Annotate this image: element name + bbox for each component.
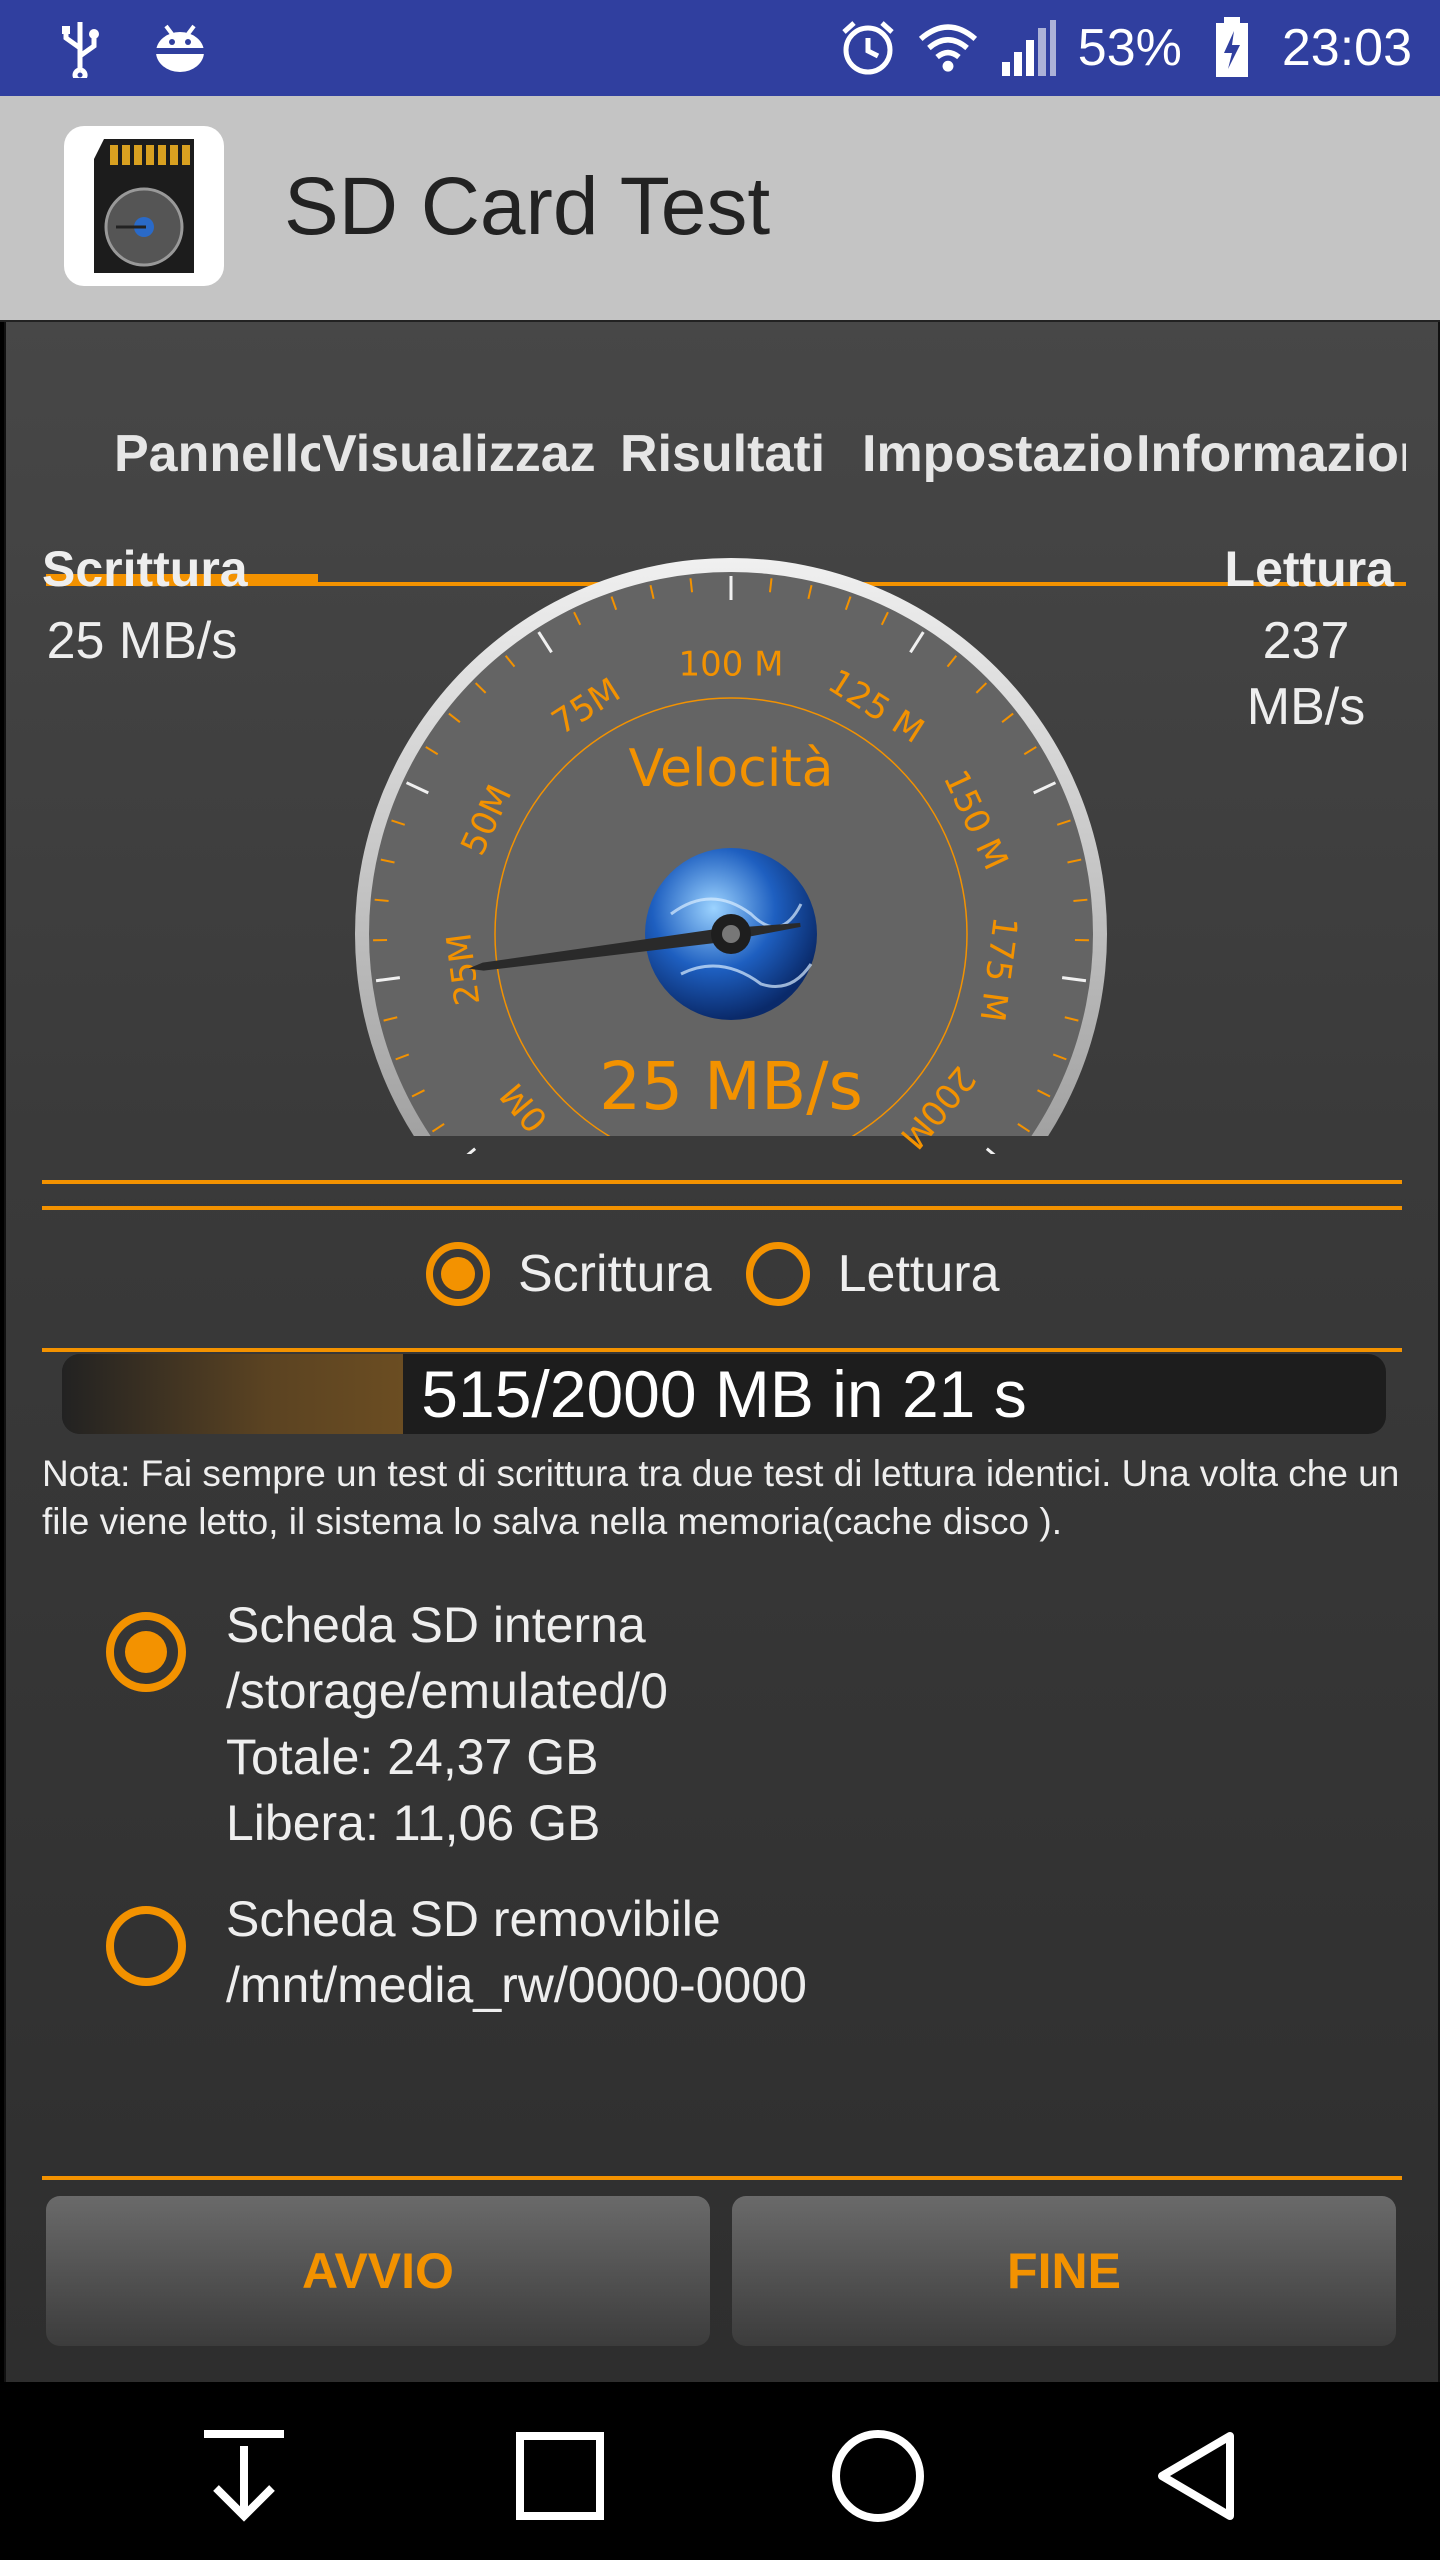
note-text: Nota: Fai sempre un test di scrittura tr… (42, 1453, 1400, 1542)
divider-buttons (42, 2176, 1402, 2180)
gauge-major-tick (455, 1147, 477, 1166)
battery-percent: 53% (1077, 19, 1182, 77)
status-bar: 53% 23:03 (0, 0, 1440, 96)
gauge-readout: 25 MB/s (599, 1048, 863, 1125)
gauge-title: Velocità (628, 739, 833, 799)
storage-name: Scheda SD interna (226, 1597, 646, 1653)
tab-pannello[interactable]: Pannello (114, 424, 320, 484)
download-arrow-icon[interactable] (194, 2426, 294, 2526)
gauge-minor-tick (1073, 898, 1088, 903)
battery-charging-icon (1202, 17, 1262, 78)
signal-icon (998, 18, 1058, 78)
tab-visualizzazione[interactable]: Visualizzazione (322, 424, 594, 484)
storage-path: /mnt/media_rw/0000-0000 (226, 1957, 807, 2013)
divider-top (42, 1180, 1402, 1184)
divider-bottom (42, 1206, 1402, 1210)
storage-option-internal[interactable]: Scheda SD interna /storage/emulated/0 To… (106, 1592, 668, 1856)
internal-storage-radio[interactable] (106, 1612, 186, 1692)
home-icon[interactable] (828, 2426, 928, 2526)
read-speed-value: 237 MB/s (1246, 612, 1366, 736)
tab-impostazioni[interactable]: Impostazioni (862, 424, 1134, 484)
gauge-major-tick (985, 1147, 1007, 1166)
android-debug-icon (150, 18, 210, 78)
mode-selector: Scrittura Lettura (426, 1242, 1000, 1306)
clock: 23:03 (1281, 19, 1412, 77)
read-mode-radio[interactable] (745, 1242, 810, 1306)
storage-name: Scheda SD removibile (226, 1891, 721, 1947)
divider-progress (42, 1348, 1402, 1352)
tab-risultati[interactable]: Risultati (620, 424, 830, 484)
read-mode-label[interactable]: Lettura (838, 1244, 1000, 1304)
stop-button[interactable]: FINE (732, 2196, 1396, 2346)
navigation-bar (0, 2386, 1440, 2560)
removable-storage-radio[interactable] (106, 1906, 186, 1986)
app-logo (64, 126, 224, 286)
write-mode-radio[interactable] (426, 1242, 490, 1306)
wifi-icon (918, 18, 978, 78)
storage-total: Totale: 24,37 GB (226, 1729, 599, 1785)
storage-path: /storage/emulated/0 (226, 1663, 668, 1719)
tab-informazioni[interactable]: Informazioni (1136, 424, 1406, 484)
write-speed-value: 25 MB/s (46, 612, 238, 670)
recent-apps-icon[interactable] (510, 2426, 610, 2526)
tab-bar: Pannello Visualizzazione Risultati Impos… (46, 382, 1406, 586)
write-speed-label: Scrittura (42, 541, 248, 597)
usb-icon (50, 18, 110, 78)
alarm-icon (838, 18, 898, 78)
storage-option-removable[interactable]: Scheda SD removibile /mnt/media_rw/0000-… (106, 1886, 807, 2018)
write-mode-label[interactable]: Scrittura (518, 1244, 712, 1304)
progress-text: 515/2000 MB in 21 s (421, 1357, 1027, 1431)
read-speed-label: Lettura (1224, 541, 1394, 597)
main-panel: Pannello Visualizzazione Risultati Impos… (4, 322, 1440, 2382)
gauge-scale-label: 100 M (678, 645, 783, 685)
app-title-bar: SD Card Test (0, 96, 1440, 322)
progress-bar: 515/2000 MB in 21 s (62, 1354, 1386, 1434)
app-title: SD Card Test (284, 161, 771, 252)
gauge-minor-tick (374, 898, 389, 903)
storage-free: Libera: 11,06 GB (226, 1795, 601, 1851)
speedometer-gauge: 0M 25M 50M 75M 100 M 125 M 150 M 175 M 200M Velo… (351, 554, 1111, 1166)
start-button[interactable]: AVVIO (46, 2196, 710, 2346)
back-icon[interactable] (1148, 2426, 1248, 2526)
